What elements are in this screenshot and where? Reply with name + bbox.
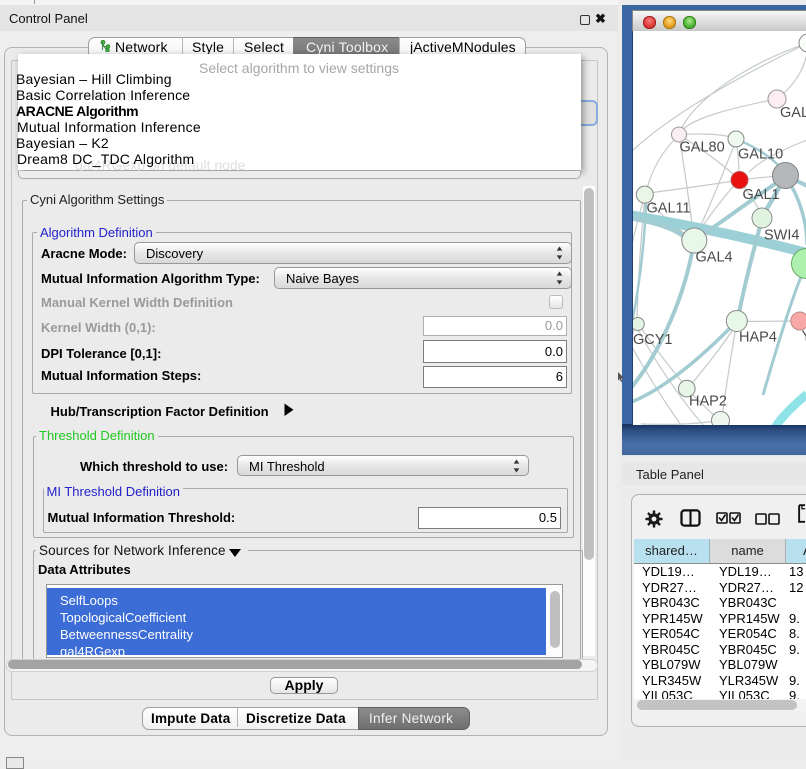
svg-text:GAL1: GAL1 (743, 187, 780, 203)
svg-text:HAP4: HAP4 (739, 330, 777, 346)
svg-text:GCY1: GCY1 (633, 332, 673, 348)
svg-text:GAL2: GAL2 (780, 105, 806, 121)
svg-text:GAL10: GAL10 (738, 147, 783, 163)
svg-text:GAL4: GAL4 (696, 250, 733, 266)
svg-text:Y: Y (802, 329, 806, 345)
svg-text:HAP2: HAP2 (689, 394, 727, 410)
svg-text:GAL80: GAL80 (680, 140, 725, 156)
svg-text:GAL11: GAL11 (647, 201, 691, 217)
svg-text:SWI4: SWI4 (764, 228, 799, 244)
